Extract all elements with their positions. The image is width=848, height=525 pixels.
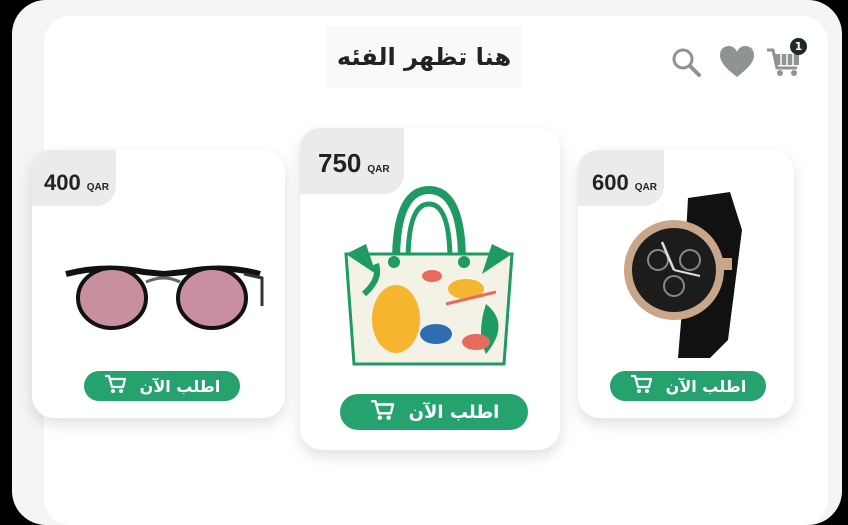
price-value: 400 xyxy=(44,170,81,195)
order-now-button[interactable]: اطلب الآن xyxy=(340,394,528,430)
category-title: هنا تظهر الفئه xyxy=(326,26,522,88)
price-tag: 400 QAR xyxy=(32,150,116,206)
product-card-handbag[interactable]: 750 QAR اطلب الآن xyxy=(300,128,560,450)
cart-count-badge: 1 xyxy=(790,38,807,55)
price-currency: QAR xyxy=(367,164,390,175)
price-currency: QAR xyxy=(86,182,109,193)
order-now-label: اطلب الآن xyxy=(139,376,221,396)
order-now-button[interactable]: اطلب الآن xyxy=(84,371,240,401)
order-now-label: اطلب الآن xyxy=(408,401,500,423)
handbag-image xyxy=(344,185,514,366)
watch-image xyxy=(624,192,742,358)
order-now-label: اطلب الآن xyxy=(665,376,747,396)
heart-icon[interactable] xyxy=(718,44,756,80)
product-card-watch[interactable]: 600 QAR اطلب الآن xyxy=(578,150,794,418)
order-now-button[interactable]: اطلب الآن xyxy=(610,371,766,401)
category-title-text: هنا تظهر الفئه xyxy=(336,43,512,71)
price-value: 750 xyxy=(318,148,362,178)
search-icon[interactable] xyxy=(670,46,702,78)
product-card-sunglasses[interactable]: 400 QAR اطلب الآن xyxy=(32,150,285,418)
cart-icon xyxy=(104,374,126,398)
cart-icon xyxy=(369,399,395,426)
cart-icon xyxy=(630,374,652,398)
sunglasses-image xyxy=(65,265,264,330)
